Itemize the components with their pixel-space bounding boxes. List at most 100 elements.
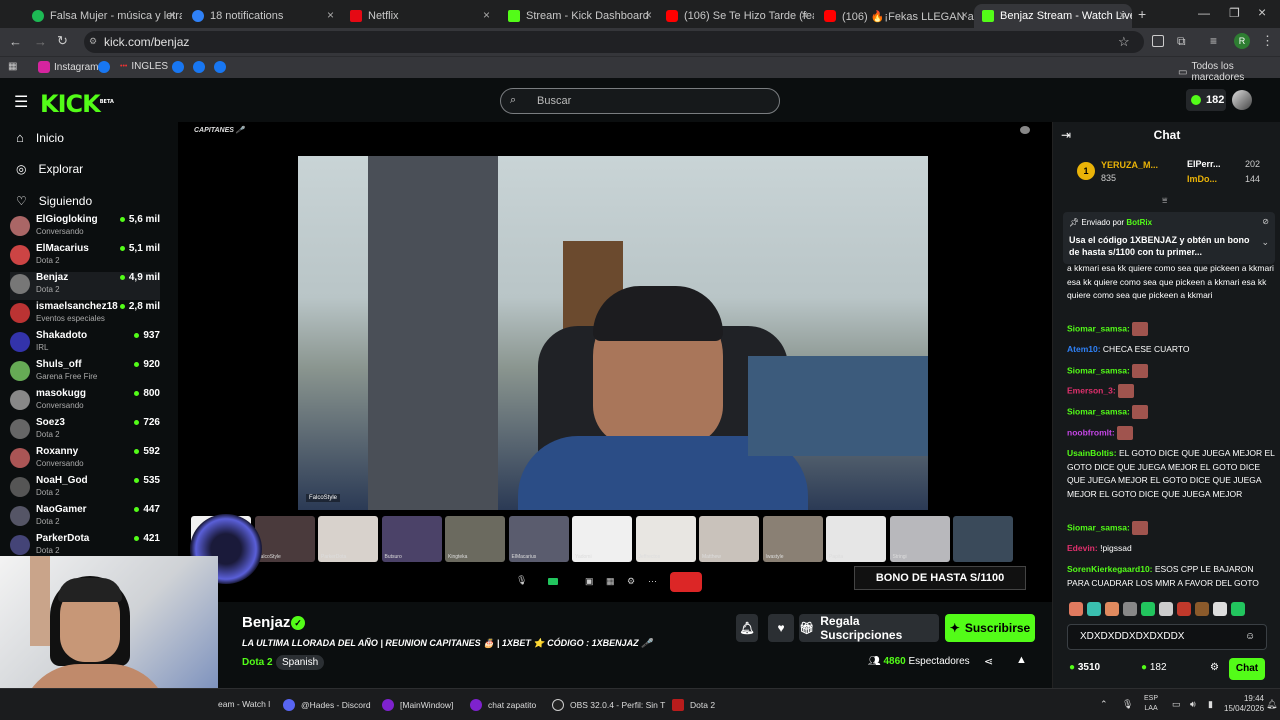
close-icon[interactable]: × [327, 8, 334, 22]
share-screen-icon[interactable]: ▣ [585, 576, 594, 587]
tab-notifications[interactable]: 18 notifications × [184, 4, 340, 28]
chat-username[interactable]: Emerson_3: [1067, 385, 1116, 395]
sidebar-channel[interactable]: Shakadoto IRL 937 [10, 330, 160, 358]
chat-username[interactable]: Edevin: [1067, 543, 1098, 553]
notifications-bell-button[interactable]: 🔔︎ [736, 614, 758, 642]
participant-thumbnail[interactable]: FalcoStyle [254, 516, 315, 562]
emote-icon[interactable] [1141, 602, 1155, 616]
bookmark-facebook-3[interactable] [193, 61, 205, 73]
participant-thumbnail[interactable]: ParkerDota [318, 516, 378, 562]
chat-username[interactable]: noobfromlt: [1067, 427, 1115, 437]
sidebar-channel[interactable]: Roxanny Conversando 592 [10, 446, 160, 474]
new-tab-icon[interactable]: + [1138, 6, 1146, 22]
close-icon[interactable]: × [961, 8, 968, 22]
chat-username[interactable]: SorenKierkegaard10: [1067, 564, 1153, 574]
network-icon[interactable]: ▭ [1172, 699, 1181, 710]
profile-avatar[interactable]: R [1234, 33, 1250, 49]
emote-icon[interactable] [1069, 602, 1083, 616]
back-icon[interactable]: ← [9, 34, 22, 49]
bookmark-ingles[interactable]: ••• INGLES [120, 61, 168, 72]
kick-points-display[interactable]: ● 3510 [1069, 662, 1100, 673]
bookmark-instagram[interactable]: Instagram [38, 61, 98, 73]
reload-icon[interactable]: ↻ [57, 33, 68, 49]
more-icon[interactable]: ⋯ [648, 576, 657, 587]
taskbar-item-mainwindow[interactable]: [MainWindow] [382, 699, 453, 711]
emote-icon[interactable] [1195, 602, 1209, 616]
install-app-icon[interactable] [1152, 35, 1164, 47]
participant-thumbnail[interactable]: Matthew [699, 516, 759, 562]
nav-explorar[interactable]: ◎ Explorar [16, 162, 83, 176]
sidebar-channel[interactable]: Soez3 Dota 2 726 [10, 417, 160, 445]
layout-icon[interactable]: ▦ [606, 576, 615, 587]
chat-send-button[interactable]: Chat [1229, 658, 1265, 680]
bookmark-facebook-1[interactable] [98, 61, 110, 73]
hamburger-menu-icon[interactable]: ☰ [14, 92, 28, 112]
sidebar-channel[interactable]: ElMacarius Dota 2 5,1 mil [10, 243, 160, 271]
notifications-tray-icon[interactable]: 🔔︎ [1266, 699, 1277, 710]
participant-thumbnail[interactable]: Papita [826, 516, 886, 562]
close-icon[interactable]: × [1119, 8, 1126, 22]
leader-name[interactable]: YERUZA_M... [1101, 160, 1158, 170]
tab-netflix[interactable]: Netflix × [342, 4, 496, 28]
sidebar-channel[interactable]: NoaH_God Dota 2 535 [10, 475, 160, 503]
minimize-icon[interactable]: — [1198, 6, 1210, 20]
taskbar-item-chat[interactable]: chat zapatito [470, 699, 536, 711]
language-tag[interactable]: Spanish [276, 655, 325, 670]
battery-icon[interactable]: ▮ [1208, 699, 1213, 710]
sidebar-channel[interactable]: masokugg Conversando 800 [10, 388, 160, 416]
chat-username[interactable]: Atem10: [1067, 344, 1101, 354]
participant-thumbnail[interactable]: Stringi [889, 516, 950, 562]
apps-grid-icon[interactable]: ▦ [8, 61, 17, 72]
tab-youtube-2[interactable]: (106) 🔥¡Fekas LLEGAN a Colo× [816, 4, 974, 28]
emote-icon[interactable] [1213, 602, 1227, 616]
media-icon[interactable]: ≡ [1210, 34, 1217, 48]
taskbar-item-browser[interactable]: eam - Watch l [218, 699, 270, 709]
extensions-icon[interactable]: ⧉ [1177, 34, 1186, 49]
participant-thumbnail[interactable] [953, 516, 1013, 562]
gift-subs-button[interactable]: 🎁︎ Regala Suscripciones [799, 614, 939, 642]
taskbar-item-discord[interactable]: @Hades - Discord [283, 699, 371, 711]
emoji-icon[interactable]: ☺ [1245, 631, 1255, 642]
url-input[interactable]: kick.com/benjaz [84, 31, 1144, 53]
tray-chevron-icon[interactable]: ⌃ [1100, 699, 1108, 710]
taskbar-item-dota[interactable]: Dota 2 [672, 699, 715, 711]
emote-icon[interactable] [1105, 602, 1119, 616]
streamer-name[interactable]: Benjaz [242, 614, 290, 631]
emote-icon[interactable] [1231, 602, 1245, 616]
tab-benjaz-stream[interactable]: Benjaz Stream - Watch Live × [974, 4, 1132, 28]
sidebar-channel[interactable]: ElGiogloking Conversando 5,6 mil [10, 214, 160, 242]
taskbar-item-obs[interactable]: OBS 32.0.4 - Perfil: Sin T [552, 699, 665, 711]
category-link[interactable]: Dota 2 [242, 657, 273, 668]
menu-dots-icon[interactable]: ⋮ [1261, 33, 1274, 49]
tab-youtube-1[interactable]: (106) Se Te Hizo Tarde (feat. El× [658, 4, 814, 28]
share-icon[interactable]: ⋖ [984, 655, 993, 668]
filter-icon[interactable]: ⩸ [1162, 195, 1167, 206]
emote-icon[interactable] [1177, 602, 1191, 616]
pinned-user[interactable]: BotRix [1126, 218, 1152, 227]
end-call-button[interactable] [670, 572, 702, 592]
emote-icon[interactable] [1087, 602, 1101, 616]
sidebar-channel[interactable]: Shuls_off Garena Free Fire 920 [10, 359, 160, 387]
camera-toggle-icon[interactable] [548, 578, 558, 585]
user-avatar[interactable] [1232, 90, 1252, 110]
chat-username[interactable]: Siomar_samsa: [1067, 522, 1130, 532]
mic-icon[interactable]: 🎙 [516, 575, 527, 586]
chat-username[interactable]: Siomar_samsa: [1067, 365, 1130, 375]
site-info-icon[interactable]: ⚙ [89, 36, 97, 47]
bookmark-star-icon[interactable]: ☆ [1118, 34, 1130, 50]
tab-kick-dashboard[interactable]: Stream - Kick Dashboard × [500, 4, 658, 28]
report-icon[interactable]: ▲ [1016, 654, 1027, 666]
clock[interactable]: 19:44 15/04/2026 [1224, 694, 1264, 714]
chat-input[interactable]: XDXDXDDXDXDXDDX [1067, 624, 1267, 650]
participant-thumbnail[interactable]: Butsuro [381, 516, 442, 562]
kick-logo[interactable]: KICKBETA [40, 90, 114, 118]
chat-settings-icon[interactable]: ⚙ [1210, 662, 1219, 673]
unpin-icon[interactable]: ⊘ [1262, 217, 1269, 226]
chat-bubble-icon[interactable] [1020, 126, 1030, 134]
window-close-icon[interactable]: × [1258, 4, 1266, 20]
nav-siguiendo[interactable]: ♡ Siguiendo [16, 194, 92, 208]
leader-name[interactable]: ElPerr... [1187, 159, 1221, 169]
subscribe-button[interactable]: ✦ Suscribirse [945, 614, 1035, 642]
language-indicator[interactable]: ESP LAA [1144, 694, 1158, 714]
chat-username[interactable]: Siomar_samsa: [1067, 323, 1130, 333]
